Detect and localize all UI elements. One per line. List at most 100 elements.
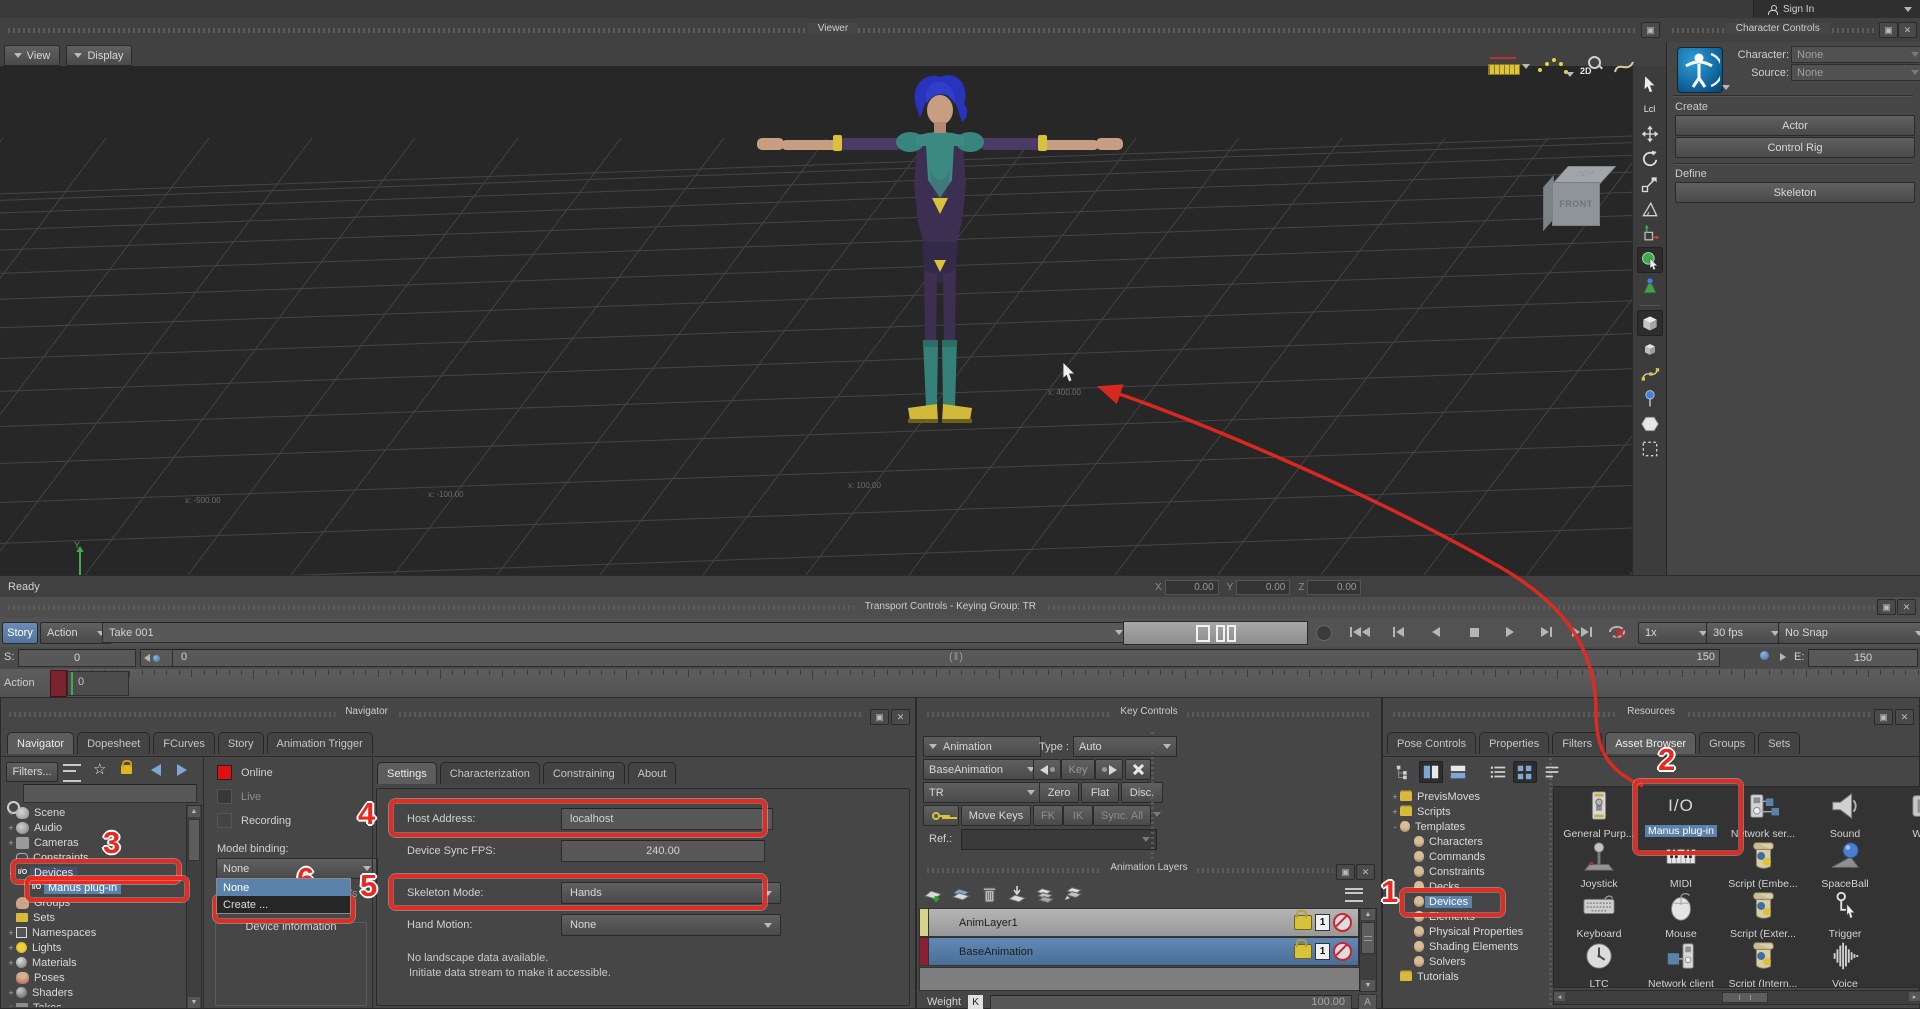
expander[interactable]: + (6, 943, 16, 953)
tree-item[interactable]: Decks (1387, 879, 1547, 894)
asset-item[interactable]: Joystick (1558, 839, 1640, 890)
resources-tab[interactable]: Asset Browser (1605, 732, 1696, 754)
viewport-tool[interactable] (1637, 247, 1663, 273)
menu-item-none[interactable]: None (217, 879, 350, 896)
merge-layer-icon[interactable] (1007, 884, 1027, 904)
play-button[interactable] (1494, 622, 1526, 642)
next-key-button[interactable] (1095, 759, 1123, 780)
add-layer-icon[interactable] (923, 884, 943, 904)
expander[interactable]: - (6, 868, 16, 878)
asset-item[interactable]: SpaceBall (1804, 839, 1886, 890)
device-settings-tab[interactable]: Settings (377, 762, 437, 784)
tree-item[interactable]: + PrevisMoves (1387, 789, 1547, 804)
flat-button[interactable]: Flat (1081, 782, 1119, 803)
navigator-tab[interactable]: Navigator (7, 732, 74, 754)
take-select[interactable]: Take 001 (102, 622, 1130, 643)
frame-spinner[interactable] (140, 649, 175, 667)
delete-layer-icon[interactable] (979, 884, 999, 904)
keying-curve-icon[interactable] (1536, 52, 1572, 78)
model-binding-select[interactable]: None (216, 858, 378, 879)
start-frame-field[interactable]: 0 (18, 649, 136, 667)
asset-item[interactable]: Script (Exter... (1722, 889, 1804, 940)
navigator-tab[interactable]: Story (218, 732, 264, 754)
split-view-icon[interactable] (1447, 762, 1469, 782)
expander[interactable]: + (6, 823, 16, 833)
viewport-tool[interactable] (1638, 437, 1662, 461)
viewport-tool[interactable] (1638, 337, 1662, 361)
float-pane-button[interactable]: ▣ (1874, 709, 1893, 725)
resources-tab[interactable]: Pose Controls (1387, 732, 1476, 754)
expander[interactable]: + (6, 928, 16, 938)
tree-item[interactable]: + Materials (3, 955, 185, 970)
control-rig-button[interactable]: Control Rig (1675, 137, 1915, 158)
goto-end-button[interactable] (1566, 622, 1598, 642)
resources-tab[interactable]: Groups (1699, 732, 1755, 754)
character-select[interactable]: None (1791, 46, 1920, 63)
tree-item[interactable]: I/O Manus plug-in (3, 880, 185, 895)
tree-item[interactable]: - I/O Devices (3, 865, 185, 880)
key-type-select[interactable]: Auto (1073, 736, 1177, 757)
resources-tab[interactable]: Filters (1552, 732, 1602, 754)
lock-icon[interactable] (121, 765, 132, 774)
record-button[interactable] (1316, 625, 1332, 641)
tree-view-icon[interactable] (1393, 762, 1415, 782)
navigator-tab[interactable]: Dopesheet (77, 732, 150, 754)
asset-item[interactable]: MIDI (1640, 839, 1722, 890)
list-view-icon[interactable] (1487, 762, 1509, 782)
previous-key-button[interactable] (1382, 622, 1414, 642)
icon-view-icon[interactable] (1513, 761, 1537, 783)
character-model[interactable] (740, 72, 1140, 442)
tree-item[interactable]: Constraints (1387, 864, 1547, 879)
keying-group-select[interactable]: TR (923, 782, 1041, 803)
detail-view-icon[interactable] (1541, 762, 1563, 782)
view-menu-button[interactable]: View (4, 45, 60, 66)
ref-select[interactable] (961, 829, 1157, 850)
close-pane-button[interactable]: ✕ (1895, 709, 1914, 725)
animation-layer-row[interactable]: BaseAnimation 1 (919, 937, 1359, 966)
lock-icon[interactable] (1294, 915, 1312, 930)
delete-key-button[interactable] (1125, 759, 1151, 780)
expander[interactable]: - (1390, 822, 1400, 832)
lasso-tool-icon[interactable] (1612, 56, 1636, 78)
weight-slider[interactable]: 100.00 (990, 995, 1352, 1009)
asset-item[interactable]: Wac... (1886, 789, 1920, 840)
end-frame-field[interactable]: 150 (1808, 649, 1918, 667)
character-icon[interactable] (1677, 47, 1723, 93)
layer-menu-icon[interactable] (1345, 888, 1363, 902)
tree-item[interactable]: + Scripts (1387, 804, 1547, 819)
expander[interactable]: + (6, 988, 16, 998)
timeline-range-field[interactable]: 0 (‖) 150 (172, 649, 1720, 667)
device-settings-tab[interactable]: About (628, 762, 677, 784)
expander[interactable]: + (6, 958, 16, 968)
viewport-tool[interactable] (1638, 72, 1662, 96)
timeline-ruler[interactable]: 0 (48, 669, 1920, 697)
float-pane-button[interactable]: ▣ (870, 709, 889, 725)
expander[interactable]: + (1390, 807, 1400, 817)
ruler-tool-icon[interactable] (1488, 56, 1528, 76)
solo-count[interactable]: 1 (1315, 914, 1330, 931)
device-settings-tab[interactable]: Characterization (440, 762, 540, 784)
close-pane-button[interactable]: ✕ (1356, 864, 1375, 880)
star-filter-icon[interactable]: ☆ (93, 760, 106, 778)
viewport-tool[interactable] (1640, 299, 1660, 306)
asset-item[interactable]: Script (Intern... (1722, 939, 1804, 988)
disc-button[interactable]: Disc. (1121, 782, 1163, 803)
tree-item[interactable]: Poses (3, 970, 185, 985)
fps-select[interactable]: 30 fps (1706, 622, 1786, 644)
device-settings-tab[interactable]: Constraining (543, 762, 625, 784)
back-icon[interactable] (151, 764, 161, 776)
playhead[interactable] (71, 672, 73, 695)
tree-scrollbar[interactable]: ▲▼ (186, 805, 202, 1009)
expander[interactable]: + (6, 808, 16, 818)
ik-button[interactable]: IK (1063, 805, 1093, 826)
lock-icon[interactable] (1294, 944, 1312, 959)
loop-start-marker[interactable] (50, 670, 67, 697)
sync-options-icon[interactable] (1153, 812, 1161, 817)
list-options-icon[interactable] (63, 764, 81, 782)
float-pane-button[interactable]: ▣ (1879, 22, 1898, 38)
sign-in-button[interactable]: Sign In (1753, 0, 1920, 18)
fk-button[interactable]: FK (1033, 805, 1063, 826)
asset-item[interactable]: Script (Embe... (1722, 839, 1804, 890)
asset-grid-scrollbar[interactable]: ◂ ▸ (1553, 990, 1920, 1005)
viewport-tool[interactable] (1638, 122, 1662, 146)
